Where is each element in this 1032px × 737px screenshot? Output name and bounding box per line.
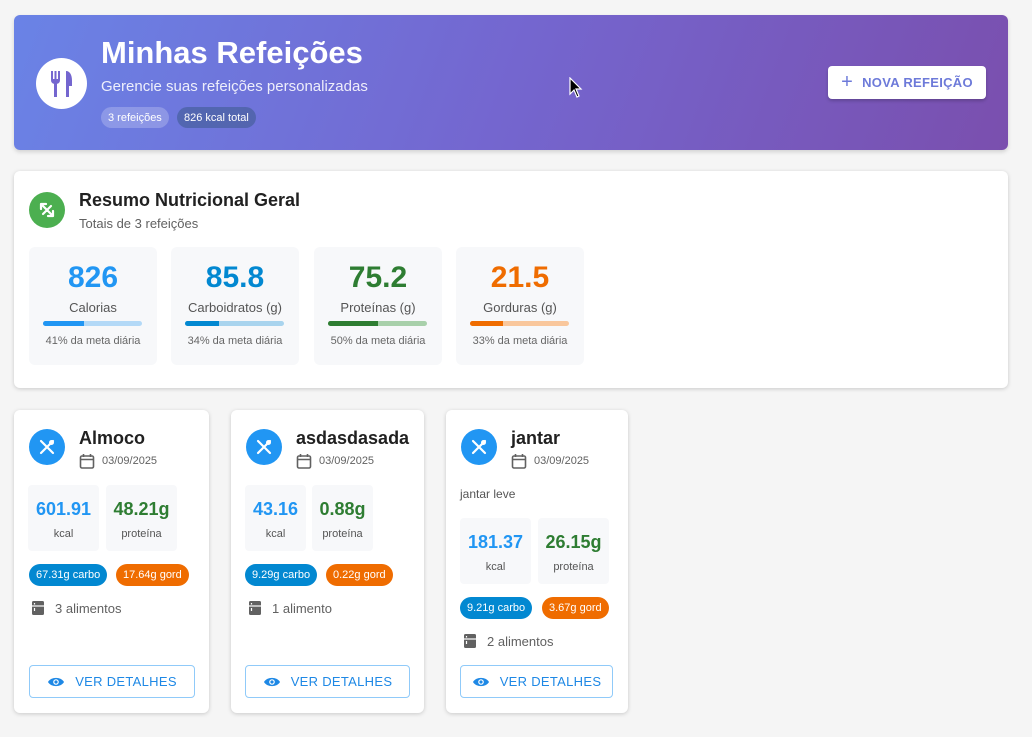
kcal-box: 43.16 kcal (245, 485, 306, 551)
stat-goal: 33% da meta diária (472, 335, 568, 347)
meal-card: jantar 03/09/2025 jantar leve 181.37 kca… (446, 410, 628, 713)
eye-icon (472, 677, 489, 686)
kcal-value: 181.37 (467, 532, 524, 552)
eye-icon (263, 677, 280, 686)
foods-count-text: 2 alimentos (487, 633, 554, 649)
stat-label: Gorduras (g) (483, 300, 557, 315)
protein-box: 26.15g proteína (538, 518, 609, 584)
kcal-total-chip: 826 kcal total (177, 107, 256, 128)
foods-count-text: 3 alimentos (55, 600, 122, 616)
utensils-icon (461, 429, 497, 465)
stat-goal: 34% da meta diária (187, 335, 283, 347)
view-details-label: VER DETALHES (75, 674, 177, 689)
foods-count-text: 1 alimento (272, 600, 332, 616)
mouse-cursor-icon (569, 77, 583, 98)
carbs-chip: 9.21g carbo (460, 597, 533, 619)
stat-progress-bar (328, 321, 427, 326)
kcal-label: kcal (485, 561, 506, 573)
meal-card: Almoco 03/09/2025 601.91 kcal 48.21g pro… (14, 410, 209, 713)
foods-count: 1 alimento (248, 600, 332, 616)
page-header: Minhas Refeições Gerencie suas refeições… (14, 15, 1008, 150)
meal-date-text: 03/09/2025 (102, 455, 158, 467)
fat-chip: 0.22g gord (326, 564, 393, 586)
utensils-icon (29, 429, 65, 465)
meals-count-chip: 3 refeições (101, 107, 169, 128)
fridge-icon (249, 601, 261, 615)
stat-value: 826 (67, 261, 119, 294)
meal-name: asdasdasada (296, 428, 410, 448)
new-meal-button[interactable]: + NOVA REFEIÇÃO (828, 66, 986, 99)
meal-date-text: 03/09/2025 (319, 455, 375, 467)
stat-goal: 50% da meta diária (330, 335, 426, 347)
view-details-button[interactable]: VER DETALHES (245, 665, 410, 698)
protein-value: 48.21g (113, 499, 170, 519)
protein-label: proteína (322, 528, 363, 540)
protein-label: proteína (121, 528, 162, 540)
stat-progress-bar (470, 321, 569, 326)
kcal-value: 43.16 (252, 499, 299, 519)
calendar-icon (296, 454, 312, 469)
stat-value: 75.2 (348, 261, 408, 294)
view-details-button[interactable]: VER DETALHES (460, 665, 613, 698)
meal-date: 03/09/2025 (511, 453, 589, 469)
stat-value: 85.8 (205, 261, 265, 294)
foods-count: 2 alimentos (463, 633, 553, 649)
stat-label: Carboidratos (g) (188, 300, 282, 315)
meal-name: Almoco (79, 428, 146, 448)
stat-value: 21.5 (490, 261, 550, 294)
summary-subtitle: Totais de 3 refeições (79, 216, 199, 231)
carbs-chip: 9.29g carbo (245, 564, 318, 586)
page-subtitle: Gerencie suas refeições personalizadas (101, 78, 368, 95)
stat-label: Proteínas (g) (340, 300, 416, 315)
protein-value: 26.15g (545, 532, 602, 552)
meal-description: jantar leve (460, 487, 516, 501)
meal-date: 03/09/2025 (296, 453, 374, 469)
kcal-label: kcal (265, 528, 286, 540)
stat-goal: 41% da meta diária (45, 335, 141, 347)
protein-value: 0.88g (319, 499, 366, 519)
meal-name: jantar (511, 428, 561, 448)
kcal-box: 181.37 kcal (460, 518, 531, 584)
utensils-icon (246, 429, 282, 465)
stat-progress-bar (43, 321, 142, 326)
summary-title: Resumo Nutricional Geral (79, 190, 301, 210)
foods-count: 3 alimentos (31, 600, 121, 616)
new-meal-label: NOVA REFEIÇÃO (862, 75, 973, 90)
page-title: Minhas Refeições (101, 35, 363, 70)
fitness-icon (29, 192, 65, 228)
plus-icon: + (841, 70, 854, 93)
protein-box: 0.88g proteína (312, 485, 373, 551)
meal-date: 03/09/2025 (79, 453, 157, 469)
stat-proteins: 75.2 Proteínas (g) 50% da meta diária (314, 247, 442, 365)
stat-fats: 21.5 Gorduras (g) 33% da meta diária (456, 247, 584, 365)
view-details-label: VER DETALHES (499, 674, 602, 689)
stat-progress-bar (185, 321, 284, 326)
fridge-icon (464, 634, 476, 648)
kcal-label: kcal (53, 528, 74, 540)
protein-box: 48.21g proteína (106, 485, 177, 551)
calendar-icon (511, 454, 527, 469)
nutrition-summary-card: Resumo Nutricional Geral Totais de 3 ref… (14, 171, 1008, 388)
view-details-button[interactable]: VER DETALHES (29, 665, 195, 698)
fridge-icon (32, 601, 44, 615)
meal-date-text: 03/09/2025 (534, 455, 590, 467)
kcal-value: 601.91 (35, 499, 92, 519)
carbs-chip: 67.31g carbo (29, 564, 108, 586)
kcal-box: 601.91 kcal (28, 485, 99, 551)
meal-card: asdasdasada 03/09/2025 43.16 kcal 0.88g … (231, 410, 424, 713)
eye-icon (48, 677, 65, 686)
protein-label: proteína (553, 561, 594, 573)
view-details-label: VER DETALHES (290, 674, 393, 689)
stat-carbs: 85.8 Carboidratos (g) 34% da meta diária (171, 247, 299, 365)
restaurant-icon (36, 58, 87, 109)
stat-label: Calorias (69, 300, 117, 315)
fat-chip: 17.64g gord (116, 564, 189, 586)
fat-chip: 3.67g gord (542, 597, 609, 619)
stat-calories: 826 Calorias 41% da meta diária (29, 247, 157, 365)
calendar-icon (79, 454, 95, 469)
